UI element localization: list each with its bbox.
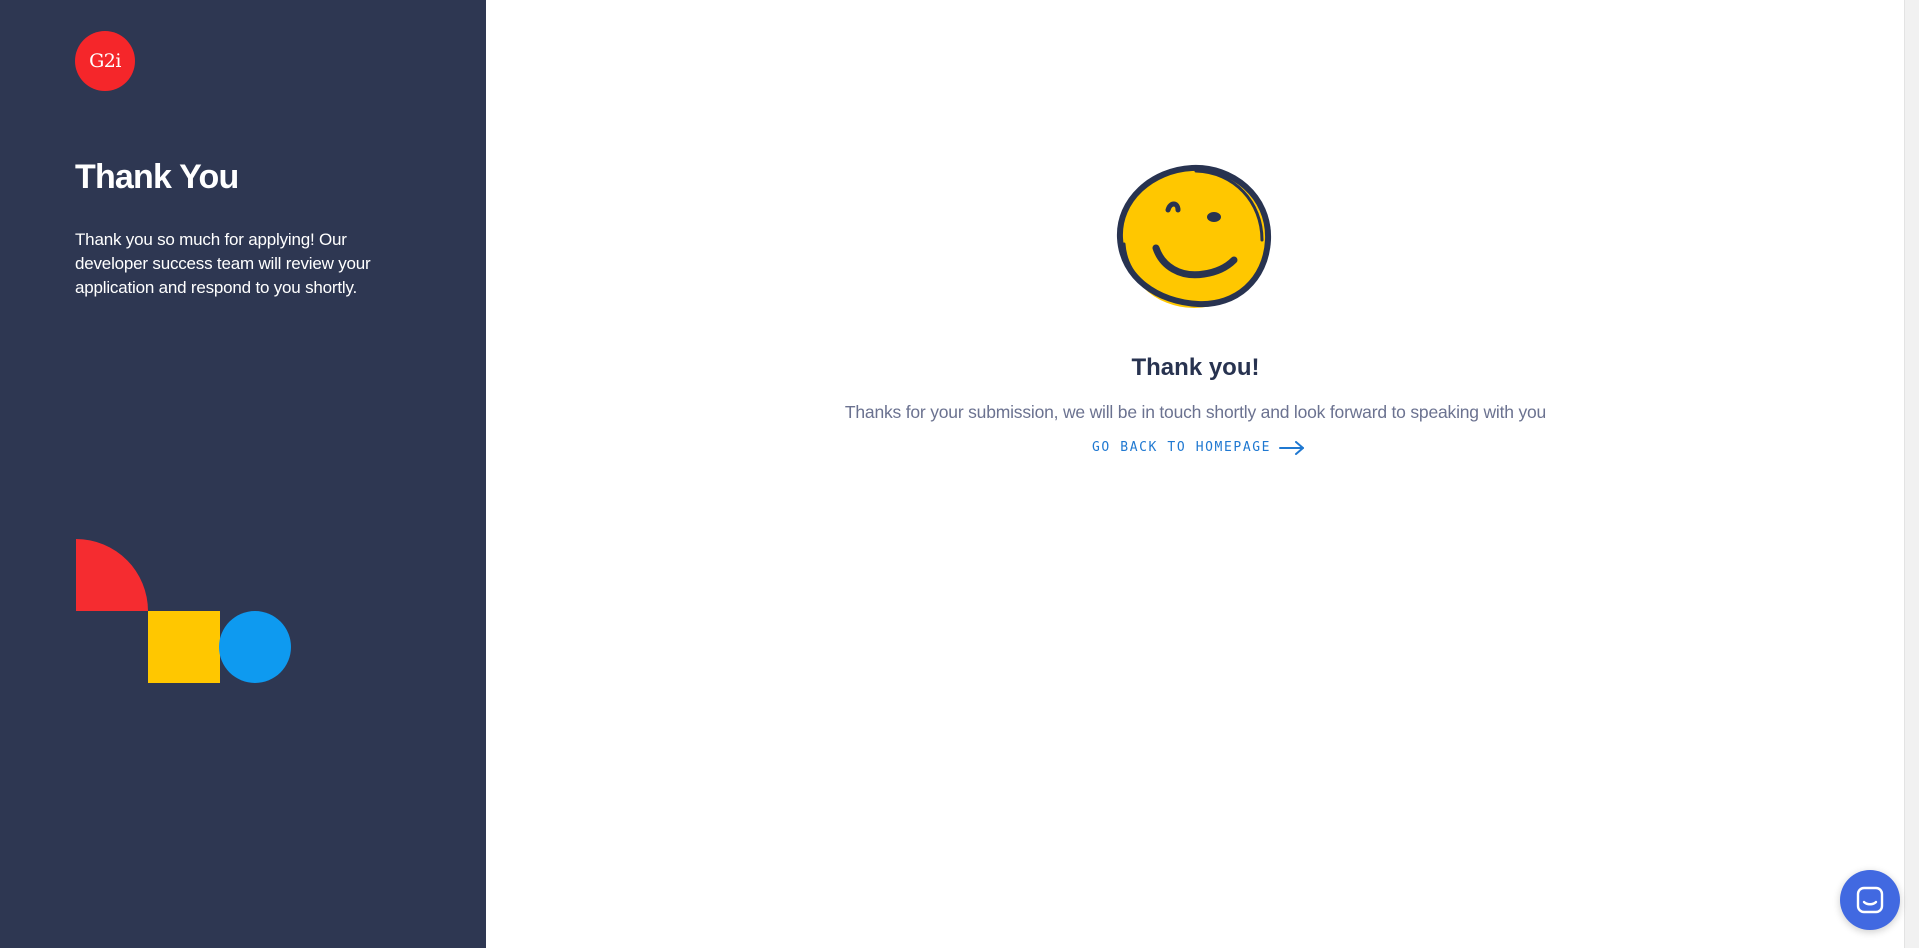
confirmation-title: Thank you! xyxy=(1131,354,1260,381)
page: G2i Thank You Thank you so much for appl… xyxy=(0,0,1919,948)
home-link-label: GO BACK TO HOMEPAGE xyxy=(1092,440,1272,455)
decorative-shapes xyxy=(76,539,291,683)
smiley-face-icon xyxy=(1116,164,1272,308)
sidebar-title: Thank You xyxy=(75,158,239,196)
chat-launcher-button[interactable] xyxy=(1840,870,1900,930)
main-content: Thank you! Thanks for your submission, w… xyxy=(486,0,1905,948)
sidebar-description: Thank you so much for applying! Our deve… xyxy=(75,230,371,297)
yellow-square-shape xyxy=(148,611,220,683)
sidebar: G2i Thank You Thank you so much for appl… xyxy=(0,0,486,948)
logo-text: G2i xyxy=(89,50,121,72)
arrow-right-icon xyxy=(1279,440,1305,455)
vertical-scrollbar[interactable] xyxy=(1904,0,1919,948)
confirmation-message: Thanks for your submission, we will be i… xyxy=(844,402,1547,422)
red-quarter-circle-shape xyxy=(76,539,148,611)
go-back-homepage-link[interactable]: GO BACK TO HOMEPAGE xyxy=(1092,440,1305,455)
g2i-logo[interactable]: G2i xyxy=(75,31,135,91)
blue-circle-shape xyxy=(219,611,291,683)
chat-icon xyxy=(1856,886,1884,914)
